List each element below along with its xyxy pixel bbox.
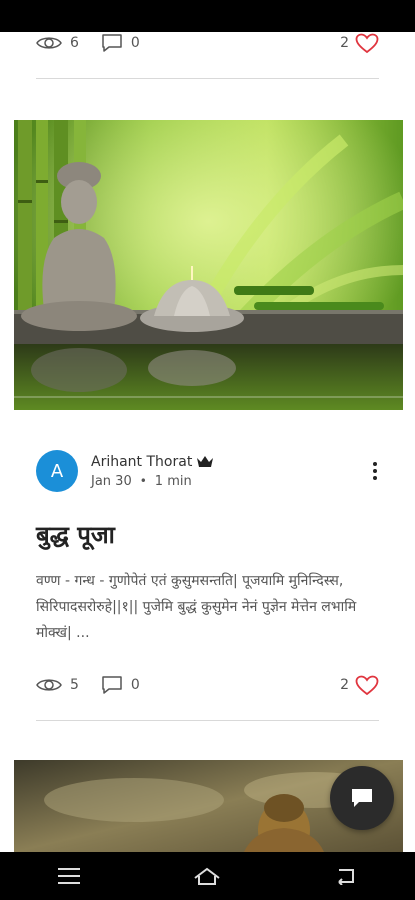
eye-icon <box>36 679 62 691</box>
comment-icon <box>102 676 122 694</box>
comments-counter[interactable]: 0 <box>101 675 140 695</box>
views-counter: 5 <box>36 677 79 693</box>
views-count: 6 <box>70 35 79 51</box>
menu-button[interactable] <box>45 856 93 896</box>
author-name[interactable]: Arihant Thorat <box>91 454 192 470</box>
author-meta: Arihant Thorat Jan 30 • 1 min <box>91 454 365 489</box>
post-date: Jan 30 <box>91 473 132 489</box>
post-stats: 5 0 2 <box>36 671 379 699</box>
heart-icon <box>355 675 379 695</box>
meta-separator: • <box>139 474 147 488</box>
post-meta: Jan 30 • 1 min <box>91 474 365 489</box>
crown-icon <box>197 456 214 467</box>
views-count: 5 <box>70 677 79 693</box>
like-button[interactable]: 2 <box>340 675 379 696</box>
divider <box>36 720 379 721</box>
buddha-lotus-image <box>14 120 403 410</box>
post-cover-image[interactable] <box>14 120 403 410</box>
likes-count: 2 <box>340 35 349 51</box>
post-author-row: A Arihant Thorat Jan 30 • 1 min <box>36 449 385 493</box>
back-button[interactable] <box>322 856 370 896</box>
author-name-line: Arihant Thorat <box>91 454 365 470</box>
comments-count: 0 <box>130 35 140 51</box>
chat-icon <box>352 789 372 807</box>
home-icon <box>194 867 221 885</box>
more-options-button[interactable] <box>365 457 385 485</box>
views-counter: 6 <box>36 35 79 51</box>
likes-count: 2 <box>340 677 349 693</box>
back-icon <box>338 869 354 885</box>
prev-post-stats: 6 0 2 <box>36 29 379 57</box>
comments-counter[interactable]: 0 <box>101 33 140 53</box>
home-button[interactable] <box>183 856 231 896</box>
system-nav-bar <box>0 852 415 900</box>
eye-icon <box>36 37 62 49</box>
menu-icon <box>58 868 81 884</box>
comments-count: 0 <box>130 677 140 693</box>
post-excerpt[interactable]: वण्ण - गन्ध - गुणोपेतं एतं कुसुमसन्तति| … <box>36 568 379 646</box>
more-vertical-icon <box>373 462 377 480</box>
status-bar <box>0 0 415 32</box>
read-time: 1 min <box>154 473 192 489</box>
avatar[interactable]: A <box>36 450 78 492</box>
heart-icon <box>355 33 379 53</box>
divider <box>36 78 379 79</box>
like-button[interactable]: 2 <box>340 33 379 54</box>
chat-button[interactable] <box>330 766 394 830</box>
post-title[interactable]: बुद्ध पूजा <box>36 518 115 551</box>
avatar-letter: A <box>50 460 64 482</box>
comment-icon <box>102 34 122 52</box>
